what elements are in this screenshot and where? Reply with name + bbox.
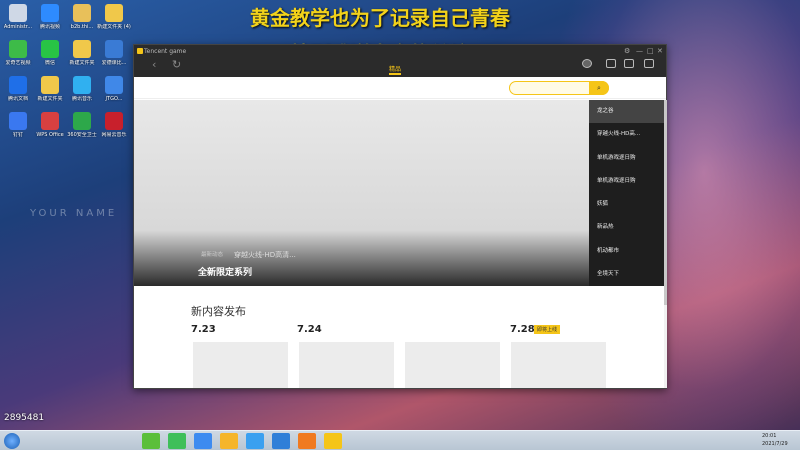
desktop-icon-label: 新建文件夹 (4) (97, 24, 131, 30)
content-card[interactable] (405, 342, 500, 388)
side-menu-item[interactable]: 龙之谷 (589, 100, 664, 124)
desktop-icon-label: 网易云音乐 (101, 132, 127, 138)
app-icon (105, 40, 123, 58)
green-app-icon[interactable] (142, 433, 160, 449)
clock-date[interactable]: 2021/7/29 (762, 441, 788, 447)
desktop-icon[interactable]: JTGO... (94, 76, 134, 102)
hero-banner[interactable] (134, 100, 664, 286)
app-logo-icon (137, 48, 143, 54)
minimize-button[interactable]: — (636, 47, 643, 55)
app-icon (9, 40, 27, 58)
side-menu-item[interactable]: 单机游戏逐日购 (589, 170, 664, 193)
app-icon (73, 112, 91, 130)
app-icon (41, 4, 59, 22)
clock-time[interactable]: 20:01 (762, 433, 776, 439)
avatar[interactable] (582, 59, 592, 68)
desktop-icon[interactable]: 新建文件夹 (4) (94, 4, 134, 30)
new-content-title: 新内容发布 (191, 305, 246, 318)
scrollbar-thumb[interactable] (664, 100, 667, 305)
stream-banner-line1: 黄金教学也为了记录自己青春 (250, 6, 510, 30)
side-menu-item[interactable]: 穿越火线-HD高... (589, 123, 664, 146)
orange-app-icon[interactable] (298, 433, 316, 449)
content-card[interactable] (511, 342, 606, 388)
search-bar: ⌕ (134, 77, 666, 99)
hero-side-menu: 龙之谷 穿越火线-HD高... 单机游戏逐日购 单机游戏逐日购 妖狐 新品热 机动都市 全境天… (589, 100, 664, 286)
wechat-icon[interactable] (168, 433, 186, 449)
app-icon (9, 76, 27, 94)
content-card[interactable] (299, 342, 394, 388)
app-icon (105, 76, 123, 94)
side-menu-item[interactable]: 全境天下 (589, 263, 664, 286)
app-icon (41, 76, 59, 94)
hero-subtitle[interactable]: 穿越火线-HD高清... (234, 250, 296, 260)
hero-tag: 最新动态 (201, 252, 224, 258)
app-icon (41, 40, 59, 58)
desktop-icon-label: JTGO... (105, 96, 123, 102)
side-menu-item[interactable]: 单机游戏逐日购 (589, 147, 664, 170)
maximize-button[interactable]: □ (647, 47, 654, 55)
coming-soon-badge: 即将上线 (534, 325, 561, 334)
app-icon (73, 76, 91, 94)
search-icon[interactable]: ⌕ (589, 81, 609, 95)
back-icon[interactable]: ‹ (152, 58, 156, 71)
tencent-game-window: Tencent game ‹ ↻ 精品 ⚙ — □ ✕ ⌕ 龙之谷 穿越火线-HD… (133, 44, 667, 389)
ie-browser-icon[interactable] (272, 433, 290, 449)
content-card[interactable] (193, 342, 288, 388)
date-label: 7.24 (297, 324, 322, 335)
side-menu-item[interactable]: 机动都市 (589, 240, 664, 263)
app-icon (9, 112, 27, 130)
settings-icon[interactable]: ⚙ (624, 47, 630, 55)
tab-featured[interactable]: 精品 (389, 64, 401, 73)
side-menu-item[interactable]: 新品热 (589, 216, 664, 239)
close-button[interactable]: ✕ (657, 47, 663, 55)
tab-featured-indicator (389, 73, 401, 75)
app-icon (105, 4, 123, 22)
baidu-netdisk-icon[interactable] (194, 433, 212, 449)
stream-id-text: 2895481 (4, 413, 45, 423)
tencent-game-icon[interactable] (324, 433, 342, 449)
date-label: 7.28 (510, 324, 535, 335)
app-icon (73, 40, 91, 58)
hero-title[interactable]: 全新限定系列 (198, 265, 252, 278)
app-icon (105, 112, 123, 130)
download-icon[interactable] (606, 59, 616, 68)
taskbar: 20:01 2021/7/29 (0, 430, 800, 450)
desktop-icon[interactable]: 网易云音乐 (94, 112, 134, 138)
window-title: Tencent game (144, 48, 187, 55)
desktop-icon[interactable]: 爱德课比... (94, 40, 134, 66)
kugou-icon[interactable] (246, 433, 264, 449)
start-button[interactable] (4, 433, 20, 449)
gift-icon[interactable] (624, 59, 634, 68)
desktop-icon-label: 爱德课比... (101, 60, 127, 66)
menu-icon[interactable] (644, 59, 654, 68)
app-icon (41, 112, 59, 130)
qq-music-icon[interactable] (220, 433, 238, 449)
app-icon (73, 4, 91, 22)
app-icon (9, 4, 27, 22)
date-label: 7.23 (191, 324, 216, 335)
refresh-icon[interactable]: ↻ (172, 58, 181, 71)
wallpaper-watermark: YOUR NAME (30, 208, 118, 219)
side-menu-item[interactable]: 妖狐 (589, 193, 664, 216)
window-titlebar: Tencent game ‹ ↻ 精品 ⚙ — □ ✕ (134, 45, 666, 77)
